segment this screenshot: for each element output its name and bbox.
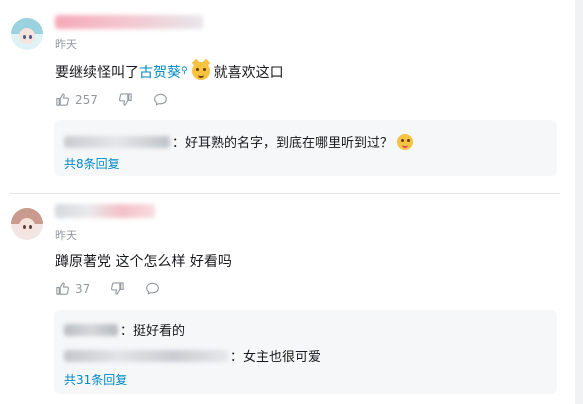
- comment-text-end: 就喜欢这口: [213, 65, 284, 81]
- comment-item: 昨天 蹲原著党 这个怎么样 好看吗 37 ：挺好看的 ：女主也很可爱 共31条回…: [0, 194, 583, 404]
- search-icon[interactable]: ⚲: [181, 66, 188, 76]
- dog-emoji-icon: [397, 133, 414, 150]
- avatar[interactable]: [11, 18, 43, 50]
- dislike-button[interactable]: [110, 281, 125, 296]
- dislike-button[interactable]: [118, 92, 133, 107]
- thumb-up-icon: [56, 282, 70, 295]
- dog-emoji-icon: [191, 58, 210, 80]
- like-count: 257: [75, 92, 98, 107]
- thumb-up-icon: [56, 93, 70, 106]
- reply-button[interactable]: [145, 281, 160, 296]
- reply-icon: [154, 93, 167, 106]
- sub-reply-text: ：女主也很可爱: [230, 350, 322, 365]
- username-blurred[interactable]: [55, 204, 155, 218]
- reply-username-blurred[interactable]: [64, 135, 170, 148]
- sub-replies: ：好耳熟的名字，到底在哪里听到过？ 共8条回复: [54, 120, 557, 176]
- comment-content: 蹲原著党 这个怎么样 好看吗: [55, 254, 232, 270]
- like-button[interactable]: 257: [55, 92, 98, 107]
- username-blurred[interactable]: [55, 15, 203, 29]
- comment-actions: 37: [55, 281, 180, 296]
- like-button[interactable]: 37: [55, 281, 90, 296]
- comment-item: 昨天 要继续怪叫了古贺葵⚲ 就喜欢这口 257 ：好耳熟的名字，到底在哪里听到过？…: [0, 0, 583, 193]
- view-replies-link[interactable]: 共8条回复: [64, 155, 120, 172]
- search-link[interactable]: 古贺葵: [139, 65, 181, 81]
- sub-reply-text: ：好耳熟的名字，到底在哪里听到过？: [172, 136, 394, 151]
- comment-actions: 257: [55, 92, 188, 107]
- sub-replies: ：挺好看的 ：女主也很可爱 共31条回复: [54, 310, 557, 394]
- thumb-down-icon: [111, 282, 124, 295]
- sub-reply: ：挺好看的: [64, 320, 185, 339]
- reply-username-blurred[interactable]: [64, 323, 118, 336]
- comment-time: 昨天: [55, 229, 77, 242]
- comment-time: 昨天: [55, 38, 77, 51]
- reply-username-blurred[interactable]: [64, 349, 228, 362]
- avatar[interactable]: [11, 208, 43, 240]
- sub-reply: ：女主也很可爱: [64, 346, 321, 365]
- reply-icon: [146, 282, 160, 295]
- view-replies-link[interactable]: 共31条回复: [64, 371, 127, 388]
- comment-content: 要继续怪叫了古贺葵⚲ 就喜欢这口: [55, 58, 284, 82]
- thumb-down-icon: [118, 93, 132, 106]
- comment-text: 要继续怪叫了: [55, 65, 139, 81]
- like-count: 37: [75, 281, 91, 296]
- reply-button[interactable]: [153, 92, 168, 107]
- sub-reply: ：好耳熟的名字，到底在哪里听到过？: [64, 132, 414, 151]
- sub-reply-text: ：挺好看的: [120, 324, 186, 339]
